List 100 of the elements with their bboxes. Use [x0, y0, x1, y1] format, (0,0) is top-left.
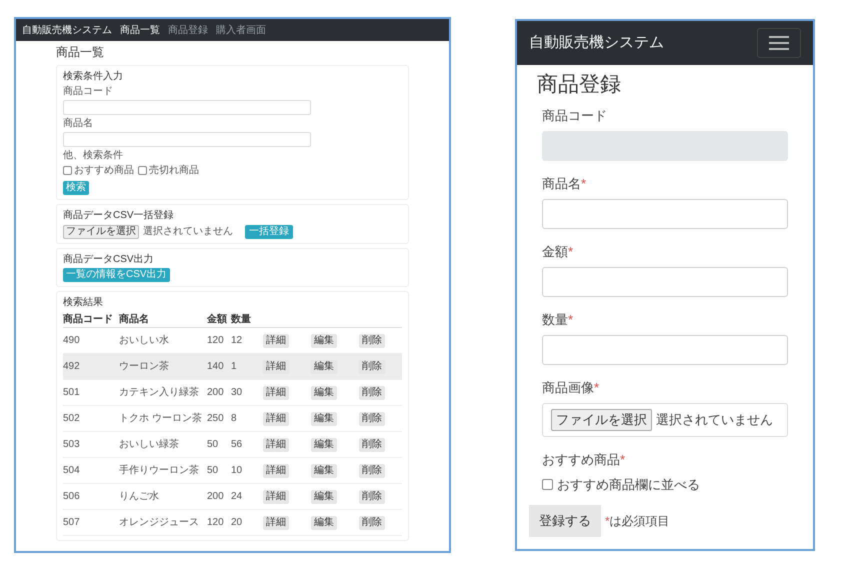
required-note: *は必須項目	[605, 512, 670, 530]
field-label: 他、検索条件	[63, 149, 123, 162]
table-cell-text: 50	[207, 464, 220, 478]
checkbox-label: 売切れ商品	[149, 164, 199, 177]
input-field[interactable]	[542, 267, 788, 297]
column-header: 商品コード	[63, 312, 114, 327]
row-action-button[interactable]: 削除	[359, 360, 385, 374]
row-action-button[interactable]: 編集	[311, 386, 337, 400]
table-cell-text: 20	[231, 516, 244, 530]
column-header: 数量	[231, 312, 252, 327]
checkbox[interactable]	[138, 166, 147, 175]
table-cell-text: 120	[207, 334, 225, 348]
row-action-button[interactable]: 削除	[359, 516, 385, 530]
card-heading: 検索条件入力	[63, 70, 123, 83]
file-select-button[interactable]: ファイルを選択	[63, 224, 139, 238]
table-cell-text: カテキン入り緑茶	[119, 386, 200, 400]
input-field[interactable]	[63, 132, 311, 147]
card-heading: 商品データCSV出力	[63, 253, 154, 266]
table-cell-text: 手作りウーロン茶	[119, 464, 200, 478]
table-cell-text: ウーロン茶	[119, 360, 170, 374]
row-action-button[interactable]: 詳細	[263, 516, 289, 530]
card-heading: 商品データCSV一括登録	[63, 209, 174, 222]
checkbox[interactable]	[542, 479, 553, 490]
table-cell-text: 120	[207, 516, 225, 530]
table-cell-text: 490	[63, 334, 81, 348]
table-cell-text: 503	[63, 438, 81, 452]
checkbox[interactable]	[63, 166, 72, 175]
table-cell-text: 12	[231, 334, 244, 348]
table-cell-text: りんご水	[119, 490, 160, 504]
row-action-button[interactable]: 削除	[359, 438, 385, 452]
table-cell-text: 10	[231, 464, 244, 478]
table-cell-text: 24	[231, 490, 244, 504]
table-cell-text: 30	[231, 386, 244, 400]
file-input[interactable]: ファイルを選択 選択されていません	[542, 403, 788, 437]
menu-button[interactable]	[757, 28, 801, 58]
table-cell-text: おいしい緑茶	[119, 438, 180, 452]
row-action-button[interactable]: 削除	[359, 334, 385, 348]
field-label: 商品名*	[542, 175, 588, 193]
table-cell-text: 492	[63, 360, 81, 374]
row-action-button[interactable]: 詳細	[263, 490, 289, 504]
table-cell-text: 504	[63, 464, 81, 478]
field-label: おすすめ商品*	[542, 451, 626, 469]
column-header: 商品名	[119, 312, 150, 327]
row-action-button[interactable]: 削除	[359, 464, 385, 478]
row-action-button[interactable]: 編集	[311, 334, 337, 348]
field-label: 商品コード	[542, 107, 608, 125]
row-action-button[interactable]: 詳細	[263, 438, 289, 452]
row-action-button[interactable]: 編集	[311, 490, 337, 504]
field-label: 商品名	[63, 117, 94, 130]
page-title: 商品登録	[537, 72, 622, 98]
input-field[interactable]	[63, 100, 311, 115]
file-status: 選択されていません	[656, 411, 773, 430]
field-label: 商品画像*	[542, 379, 600, 397]
file-status: 選択されていません	[143, 225, 233, 239]
page-title: 商品一覧	[56, 44, 105, 61]
table-cell-text: 50	[207, 438, 220, 452]
table-cell-text: 506	[63, 490, 81, 504]
table-cell-text: 250	[207, 412, 225, 426]
row-action-button[interactable]: 削除	[359, 490, 385, 504]
brand-title: 自動販売機システム	[22, 24, 112, 38]
row-action-button[interactable]: 編集	[311, 464, 337, 478]
table-cell-text: 502	[63, 412, 81, 426]
row-action-button[interactable]: 編集	[311, 516, 337, 530]
row-action-button[interactable]: 詳細	[263, 464, 289, 478]
brand-title: 自動販売機システム	[529, 32, 664, 53]
card-heading: 検索結果	[63, 296, 104, 310]
field-label: 金額*	[542, 243, 574, 261]
row-action-button[interactable]: 詳細	[263, 412, 289, 426]
input-field[interactable]	[542, 199, 788, 229]
nav-link[interactable]: 商品一覧	[120, 22, 160, 38]
table-cell-text: 200	[207, 386, 225, 400]
input-field[interactable]	[542, 335, 788, 365]
table-cell-text: 56	[231, 438, 244, 452]
table-cell-text: 200	[207, 490, 225, 504]
checkbox-label: おすすめ商品	[74, 164, 134, 177]
checkbox-label: おすすめ商品欄に並べる	[557, 476, 700, 494]
table-cell-text: 1	[231, 360, 238, 374]
table-cell-text: 140	[207, 360, 225, 374]
table-cell-text: トクホ ウーロン茶	[119, 412, 203, 426]
row-action-button[interactable]: 詳細	[263, 334, 289, 348]
row-action-button[interactable]: 詳細	[263, 386, 289, 400]
row-action-button[interactable]: 削除	[359, 412, 385, 426]
column-header: 金額	[207, 312, 228, 327]
nav-link[interactable]: 購入者画面	[216, 22, 266, 38]
row-action-button[interactable]: 削除	[359, 386, 385, 400]
row-action-button[interactable]: 編集	[311, 412, 337, 426]
table-cell-text: 501	[63, 386, 81, 400]
row-action-button[interactable]: 編集	[311, 360, 337, 374]
table-cell-text: 507	[63, 516, 81, 530]
row-action-button[interactable]: 編集	[311, 438, 337, 452]
menu-icon	[769, 36, 789, 50]
table-cell-text: 8	[231, 412, 238, 426]
field-label: 商品コード	[63, 85, 114, 98]
table-cell-text: おいしい水	[119, 334, 170, 348]
file-select-button[interactable]: ファイルを選択	[551, 409, 652, 431]
field-label: 数量*	[542, 311, 574, 329]
row-action-button[interactable]: 詳細	[263, 360, 289, 374]
table-cell-text: オレンジジュース	[119, 516, 200, 530]
nav-link[interactable]: 商品登録	[168, 22, 208, 38]
register-button[interactable]: 登録する	[529, 504, 601, 536]
